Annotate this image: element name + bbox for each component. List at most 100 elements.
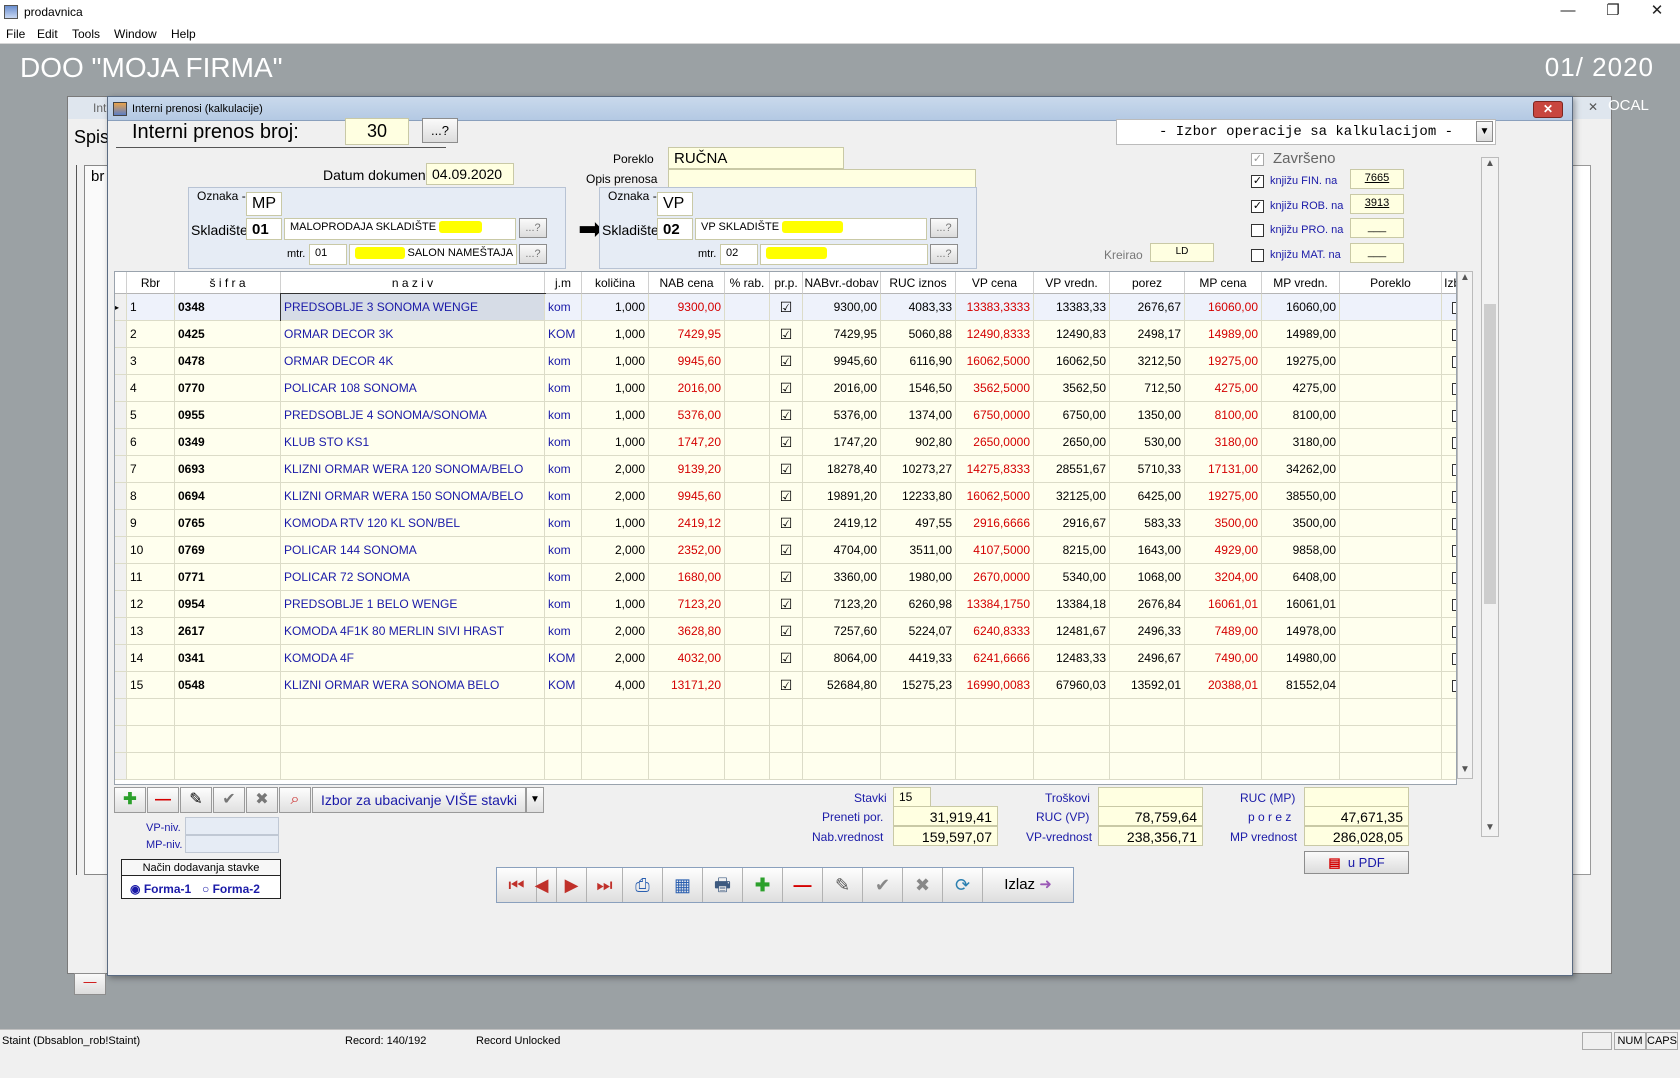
table-cell[interactable]	[1340, 564, 1442, 591]
table-cell[interactable]: 6116,90	[881, 348, 956, 375]
ruc-mp-field[interactable]	[1304, 787, 1409, 807]
table-cell[interactable]: 3562,5000	[956, 375, 1034, 402]
table-cell[interactable]: 19275,00	[1185, 348, 1262, 375]
table-cell[interactable]: 2676,67	[1110, 294, 1185, 321]
table-cell[interactable]: 0349	[175, 429, 281, 456]
table-cell[interactable]	[1340, 591, 1442, 618]
table-cell[interactable]: kom	[545, 294, 582, 321]
table-cell[interactable]: KLIZNI ORMAR WERA 150 SONOMA/BELO	[281, 483, 545, 510]
table-cell[interactable]: 1068,00	[1110, 564, 1185, 591]
table-cell[interactable]: 7490,00	[1185, 645, 1262, 672]
to-mtr-code[interactable]: 02	[720, 244, 758, 265]
dialog-scroll-down-icon[interactable]: ▼	[1485, 822, 1495, 833]
table-cell[interactable]: KOMODA RTV 120 KL SON/BEL	[281, 510, 545, 537]
table-cell[interactable]: 13592,01	[1110, 672, 1185, 699]
table-cell[interactable]: kom	[545, 510, 582, 537]
table-cell[interactable]: 8100,00	[1185, 402, 1262, 429]
table-cell[interactable]: 11	[127, 564, 175, 591]
column-header[interactable]: j.m	[545, 272, 582, 294]
table-cell[interactable]: 1643,00	[1110, 537, 1185, 564]
table-cell[interactable]: 10	[127, 537, 175, 564]
table-cell[interactable]: 0954	[175, 591, 281, 618]
table-cell[interactable]: 16060,00	[1185, 294, 1262, 321]
kreirao-field[interactable]: LD	[1150, 243, 1214, 262]
table-cell[interactable]	[1340, 402, 1442, 429]
multi-insert-select[interactable]: Izbor za ubacivanje VIŠE stavki	[312, 787, 526, 813]
scroll-down-icon[interactable]: ▼	[1460, 764, 1470, 775]
table-cell[interactable]: 902,80	[881, 429, 956, 456]
table-cell[interactable]: 6241,6666	[956, 645, 1034, 672]
table-cell[interactable]: 9300,00	[803, 294, 881, 321]
bg-delete-button[interactable]: —	[74, 973, 106, 995]
table-cell[interactable]: 3500,00	[1185, 510, 1262, 537]
izlaz-button[interactable]: Izlaz ➜	[983, 868, 1073, 902]
operation-dropdown-icon[interactable]: ▼	[1476, 121, 1493, 142]
table-cell[interactable]: 3204,00	[1185, 564, 1262, 591]
row-selector[interactable]	[115, 537, 127, 564]
table-cell[interactable]: 19275,00	[1262, 348, 1340, 375]
table-cell[interactable]: 2496,67	[1110, 645, 1185, 672]
column-header[interactable]: % rab.	[725, 272, 770, 294]
table-cell[interactable]: kom	[545, 564, 582, 591]
table-cell[interactable]: 1,000	[582, 348, 649, 375]
column-header[interactable]: Izbor	[1442, 272, 1456, 294]
table-cell[interactable]: 0955	[175, 402, 281, 429]
column-header[interactable]: VP cena	[956, 272, 1034, 294]
add-row-icon[interactable]: ✚	[114, 787, 146, 813]
column-header[interactable]: RUC iznos	[881, 272, 956, 294]
table-cell[interactable]: 1,000	[582, 375, 649, 402]
table-cell[interactable]	[725, 510, 770, 537]
table-cell[interactable]: 7123,20	[803, 591, 881, 618]
forma1-radio[interactable]: ◉ Forma-1	[130, 882, 191, 896]
izbor-checkbox[interactable]	[1442, 564, 1456, 591]
izbor-checkbox[interactable]	[1442, 483, 1456, 510]
table-cell[interactable]	[1340, 375, 1442, 402]
multi-insert-dropdown-icon[interactable]: ▼	[526, 787, 544, 813]
table-cell[interactable]: 2,000	[582, 564, 649, 591]
fin-checkbox[interactable]: ✓	[1251, 175, 1264, 188]
table-cell[interactable]	[725, 483, 770, 510]
table-cell[interactable]: 9300,00	[649, 294, 725, 321]
table-cell[interactable]: 1747,20	[803, 429, 881, 456]
table-cell[interactable]: 3180,00	[1262, 429, 1340, 456]
table-cell[interactable]: 13384,18	[1034, 591, 1110, 618]
column-header[interactable]: količina	[582, 272, 649, 294]
column-header[interactable]: MP vredn.	[1262, 272, 1340, 294]
table-cell[interactable]	[725, 645, 770, 672]
table-cell[interactable]: 2419,12	[803, 510, 881, 537]
table-cell[interactable]: 19275,00	[1185, 483, 1262, 510]
column-header[interactable]: porez	[1110, 272, 1185, 294]
table-row[interactable]: 5 0955 PREDSOBLJE 4 SONOMA/SONOMA kom 1,000 5…	[115, 402, 1456, 429]
table-cell[interactable]: 6408,00	[1262, 564, 1340, 591]
table-cell[interactable]	[725, 402, 770, 429]
table-cell[interactable]: 2,000	[582, 537, 649, 564]
preview-icon[interactable]: ⎙	[623, 868, 663, 902]
table-cell[interactable]	[725, 375, 770, 402]
table-cell[interactable]: 19891,20	[803, 483, 881, 510]
table-cell[interactable]: ORMAR DECOR 3K	[281, 321, 545, 348]
table-cell[interactable]	[1340, 510, 1442, 537]
table-cell[interactable]: 32125,00	[1034, 483, 1110, 510]
row-selector[interactable]	[115, 321, 127, 348]
table-cell[interactable]: ORMAR DECOR 4K	[281, 348, 545, 375]
table-cell[interactable]: 5	[127, 402, 175, 429]
row-selector[interactable]	[115, 753, 127, 780]
poreklo-field[interactable]: RUČNA	[668, 147, 844, 169]
table-cell[interactable]: KLUB STO KS1	[281, 429, 545, 456]
table-cell[interactable]: kom	[545, 375, 582, 402]
table-cell[interactable]: kom	[545, 537, 582, 564]
prp-checkbox[interactable]: ☑	[770, 537, 803, 564]
from-skladiste-lookup[interactable]: ...?	[519, 218, 547, 238]
table-cell[interactable]	[725, 537, 770, 564]
table-cell[interactable]: KOM	[545, 645, 582, 672]
table-cell[interactable]: 497,55	[881, 510, 956, 537]
rob-field[interactable]: 3913	[1350, 194, 1404, 214]
table-cell[interactable]: 8100,00	[1262, 402, 1340, 429]
table-cell[interactable]: 7257,60	[803, 618, 881, 645]
row-selector[interactable]	[115, 429, 127, 456]
table-row[interactable]: 3 0478 ORMAR DECOR 4K kom 1,000 9945,60 ☑ 9945,…	[115, 348, 1456, 375]
table-cell[interactable]: 6750,00	[1034, 402, 1110, 429]
table-cell[interactable]: 9945,60	[803, 348, 881, 375]
row-selector[interactable]	[115, 672, 127, 699]
grid-scrollbar[interactable]: ▲ ▼	[1457, 271, 1473, 779]
